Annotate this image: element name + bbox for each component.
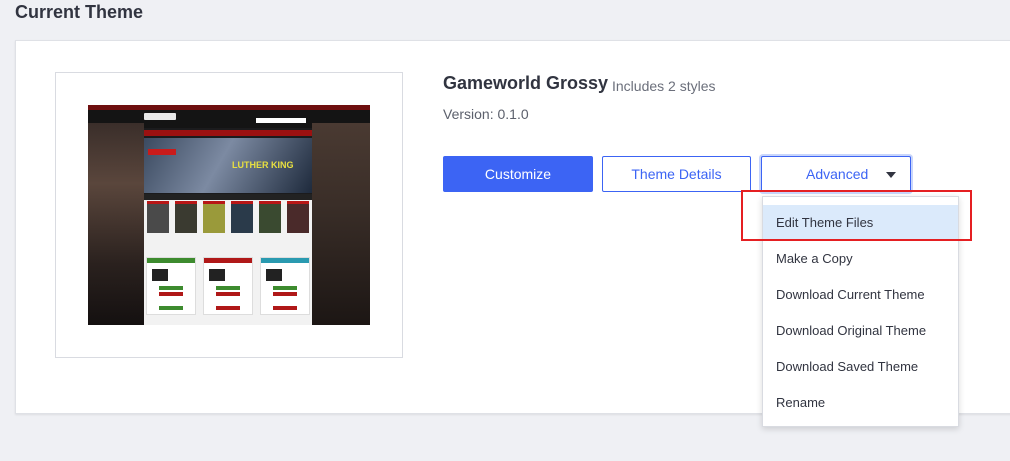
menu-item-download-original-theme[interactable]: Download Original Theme [763, 313, 958, 347]
theme-styles-count: Includes 2 styles [612, 78, 716, 94]
menu-item-make-a-copy[interactable]: Make a Copy [763, 241, 958, 275]
highlight-annotation [741, 190, 972, 241]
menu-item-download-saved-theme[interactable]: Download Saved Theme [763, 349, 958, 383]
customize-button[interactable]: Customize [443, 156, 593, 192]
theme-thumbnail-frame: LUTHER KING [55, 72, 403, 358]
theme-version: Version: 0.1.0 [443, 106, 529, 122]
menu-item-download-current-theme[interactable]: Download Current Theme [763, 277, 958, 311]
advanced-dropdown-button[interactable]: Advanced [761, 156, 911, 192]
thumbnail-banner-text: LUTHER KING [232, 160, 294, 170]
theme-name: Gameworld Grossy [443, 73, 609, 93]
caret-down-icon [886, 172, 896, 178]
theme-details-button[interactable]: Theme Details [602, 156, 751, 192]
theme-thumbnail: LUTHER KING [88, 105, 370, 325]
page-title: Current Theme [15, 2, 144, 22]
menu-item-rename[interactable]: Rename [763, 385, 958, 419]
advanced-button-label: Advanced [806, 166, 869, 182]
